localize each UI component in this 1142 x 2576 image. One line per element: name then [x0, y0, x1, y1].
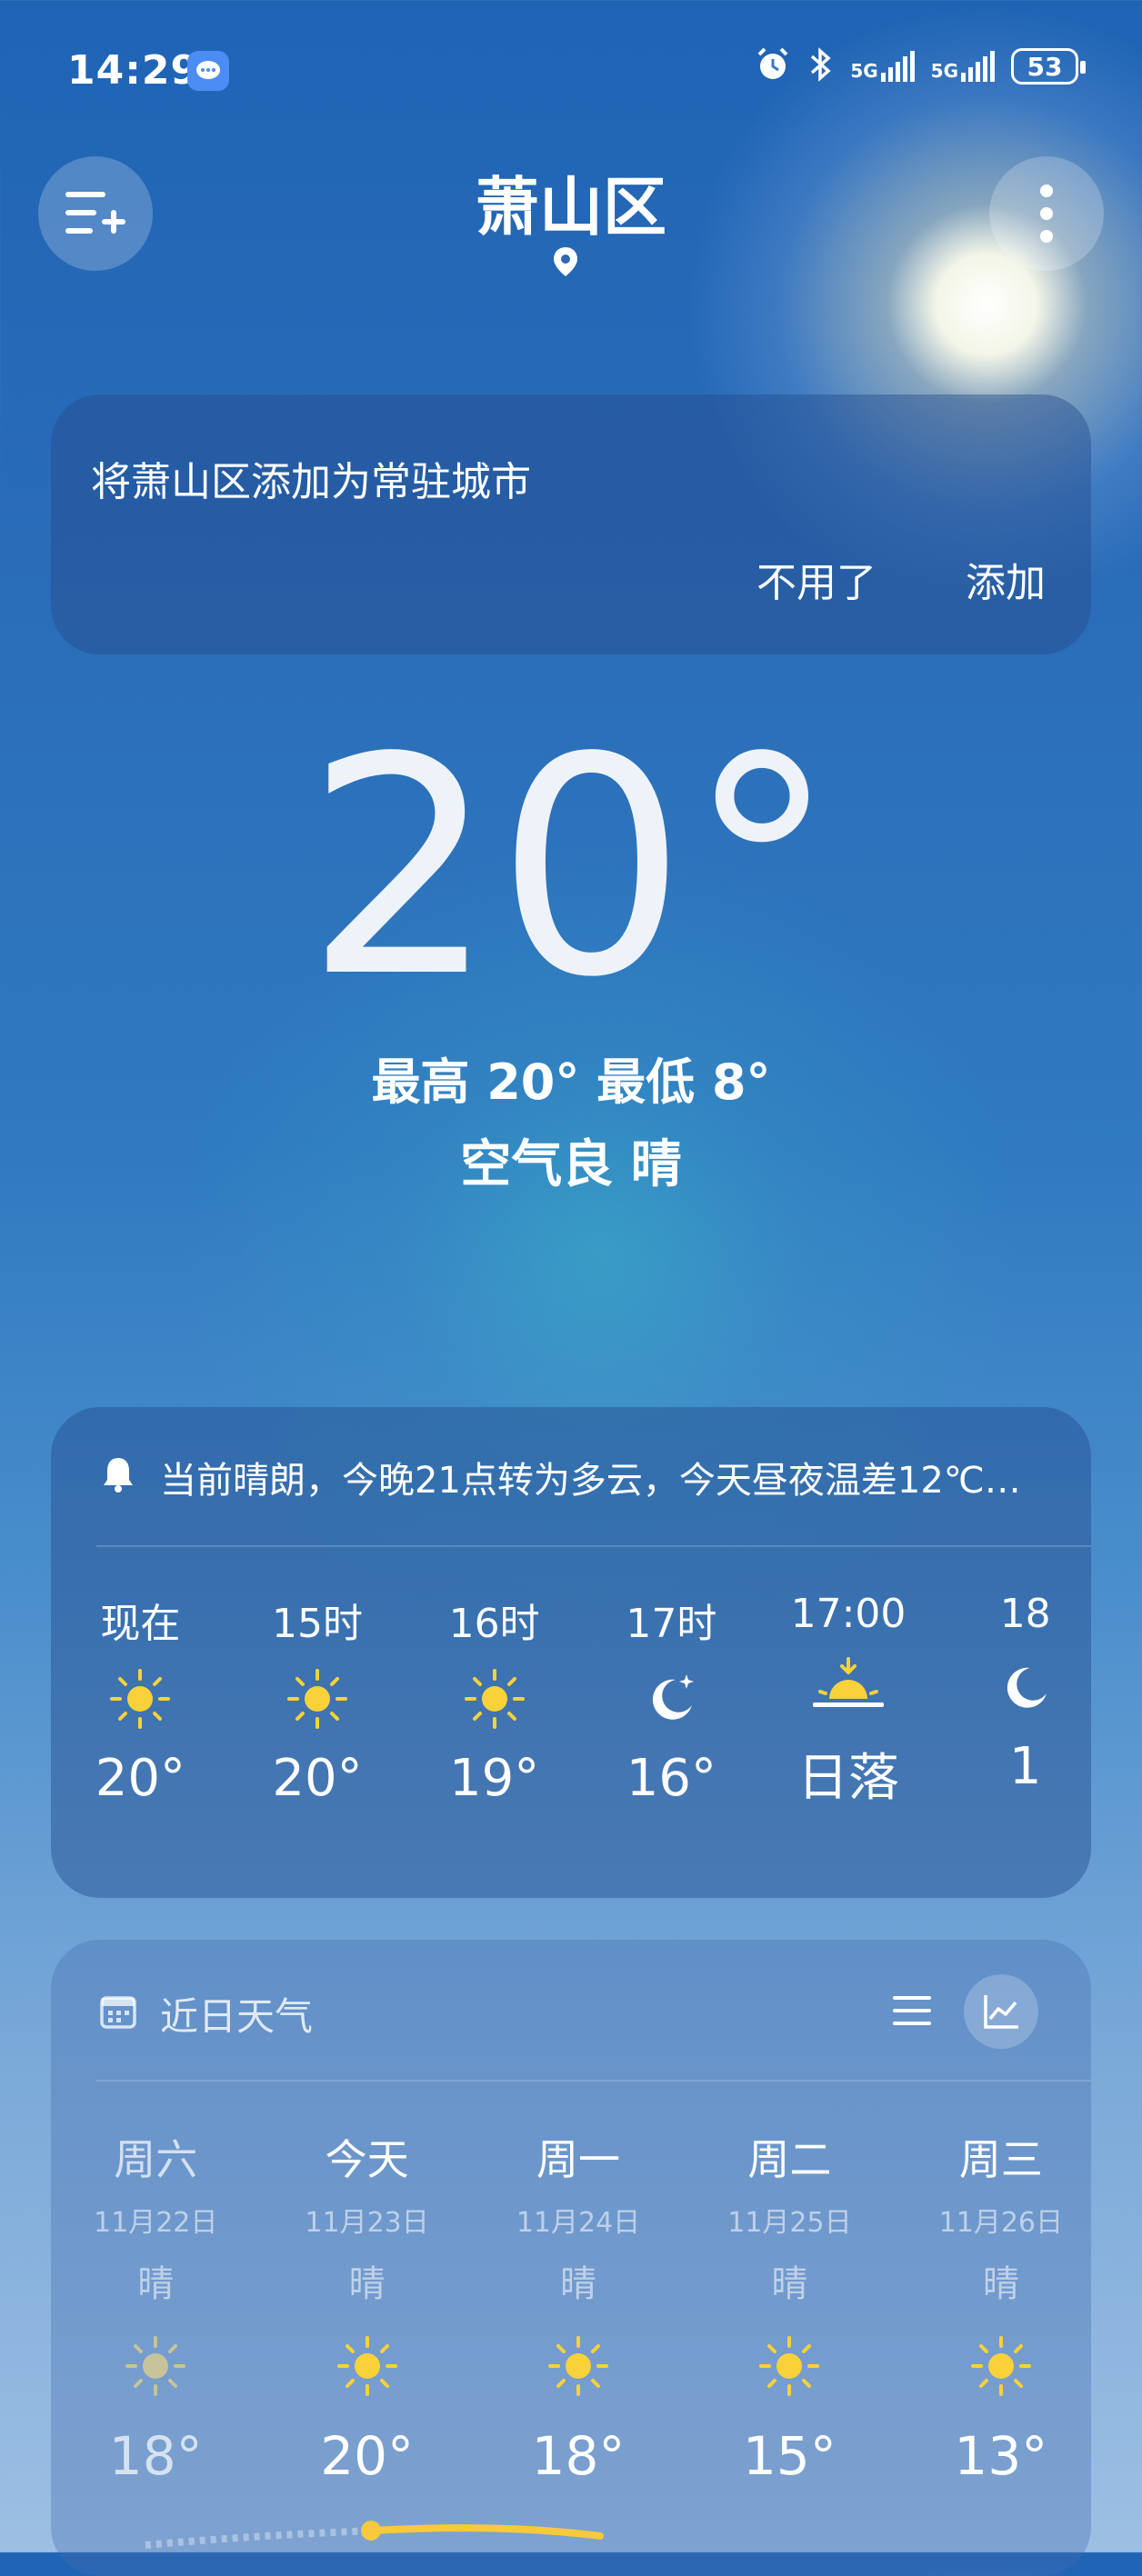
day-temp: 18°: [108, 2425, 203, 2487]
day-condition: 晴: [982, 2263, 1019, 2305]
sun-icon: [488, 2307, 668, 2425]
daily-title: 近日天气: [160, 1994, 314, 2039]
sun-icon: [428, 1649, 560, 1749]
hour-temp: 20°: [95, 1749, 185, 1808]
line-chart-icon: [984, 1995, 1018, 2029]
more-vertical-icon: [1040, 185, 1053, 243]
signal-2-icon: 5G: [931, 51, 995, 82]
sun-icon: [65, 2307, 245, 2425]
bluetooth-icon: [808, 45, 834, 87]
today-point: [361, 2521, 381, 2541]
hour-time: 17:00: [790, 1591, 907, 1637]
moon-icon: [606, 1649, 737, 1749]
message-notification-icon: [187, 51, 229, 91]
sunset-icon: [783, 1637, 915, 1737]
hourly-scroll[interactable]: 现在 20° 15时 20° 16时 19° 17时 16° 17:00 日落 …: [75, 1591, 1091, 1863]
bell-icon: [98, 1454, 138, 1498]
sun-icon: [75, 1649, 206, 1749]
day-item: 周二 11月25日 晴 15°: [699, 2127, 879, 2487]
hour-temp: 20°: [272, 1749, 363, 1808]
day-condition: 晴: [348, 2263, 386, 2305]
alarm-icon: [754, 45, 792, 87]
day-name: 周六: [114, 2135, 198, 2184]
hour-item: 15时 20°: [252, 1591, 384, 1811]
day-condition: 晴: [771, 2263, 808, 2305]
day-temp: 13°: [954, 2425, 1048, 2487]
chart-view-button[interactable]: [964, 1974, 1038, 2049]
daily-divider: [96, 2080, 1091, 2082]
hour-temp: 16°: [626, 1749, 716, 1808]
sun-icon: [699, 2307, 879, 2425]
hour-time: 16时: [448, 1601, 540, 1647]
moon-icon: [959, 1637, 1091, 1737]
status-time: 14:29: [67, 47, 200, 94]
signal-1-label: 5G: [850, 60, 878, 82]
day-name: 周一: [536, 2135, 621, 2184]
city-name[interactable]: 萧山区: [0, 156, 1142, 248]
battery-level: 53: [1027, 51, 1063, 82]
banner-message: 将萧山区添加为常驻城市: [91, 459, 531, 505]
hour-item: 18 1: [959, 1591, 1091, 1811]
day-item: 周一 11月24日 晴 18°: [488, 2127, 668, 2487]
hour-item: 现在 20°: [75, 1591, 206, 1811]
day-date: 11月23日: [305, 2207, 429, 2239]
sun-icon: [252, 1649, 384, 1749]
signal-1-icon: 5G: [850, 51, 915, 82]
day-condition: 晴: [137, 2263, 175, 2305]
hour-time: 18: [999, 1591, 1051, 1637]
status-icons: 5G 5G 53: [754, 45, 1086, 87]
day-date: 11月24日: [516, 2207, 641, 2239]
day-condition: 晴: [560, 2263, 597, 2305]
more-options-button[interactable]: [989, 156, 1104, 271]
hour-temp: 1: [1008, 1737, 1042, 1796]
current-temperature: 20°: [305, 694, 837, 1043]
sun-icon: [911, 2307, 1091, 2425]
hour-temp: 19°: [449, 1749, 540, 1808]
battery-indicator: 53: [1011, 48, 1086, 85]
day-temp: 18°: [531, 2425, 626, 2487]
hour-item: 17时 16°: [606, 1591, 737, 1811]
day-name: 周三: [958, 2135, 1043, 2184]
day-item: 周六 11月22日 晴 18°: [65, 2127, 245, 2487]
temperature-curve: [145, 2521, 604, 2549]
day-date: 11月26日: [938, 2207, 1063, 2239]
weather-alert-text[interactable]: 当前晴朗，今晚21点转为多云，今天昼夜温差12℃…: [160, 1451, 1033, 1503]
calendar-icon: [98, 1991, 138, 2034]
day-item: 今天 11月23日 晴 20°: [276, 2127, 456, 2487]
hour-time: 现在: [100, 1601, 181, 1647]
day-name: 周二: [747, 2135, 832, 2184]
signal-2-label: 5G: [930, 60, 958, 82]
high-low-temperature: 最高 20° 最低 8°: [371, 1053, 771, 1111]
hour-time: 17时: [626, 1601, 717, 1647]
daily-list[interactable]: 周六 11月22日 晴 18° 今天 11月23日 晴 20° 周一 11月24…: [65, 2127, 1091, 2487]
day-temp: 15°: [743, 2425, 836, 2487]
add-city-banner: [51, 394, 1091, 654]
hour-item: 16时 19°: [428, 1591, 560, 1811]
hour-temp: 日落: [797, 1749, 900, 1808]
list-icon: [893, 1996, 931, 2025]
day-name: 今天: [325, 2135, 409, 2184]
air-quality-condition[interactable]: 空气良 晴: [0, 1123, 1142, 1197]
location-pin-icon: [551, 245, 580, 282]
add-city-button[interactable]: 添加: [966, 550, 1046, 608]
day-date: 11月22日: [94, 2207, 218, 2239]
dismiss-button[interactable]: 不用了: [756, 550, 877, 608]
day-temp: 20°: [320, 2425, 415, 2487]
day-item: 周三 11月26日 晴 13°: [911, 2127, 1091, 2487]
hour-time: 15时: [272, 1601, 363, 1647]
hourly-divider: [96, 1545, 1091, 1547]
day-date: 11月25日: [727, 2207, 852, 2239]
hour-item: 17:00 日落: [783, 1591, 915, 1811]
sun-icon: [276, 2307, 456, 2425]
list-view-button[interactable]: [889, 1989, 935, 2036]
